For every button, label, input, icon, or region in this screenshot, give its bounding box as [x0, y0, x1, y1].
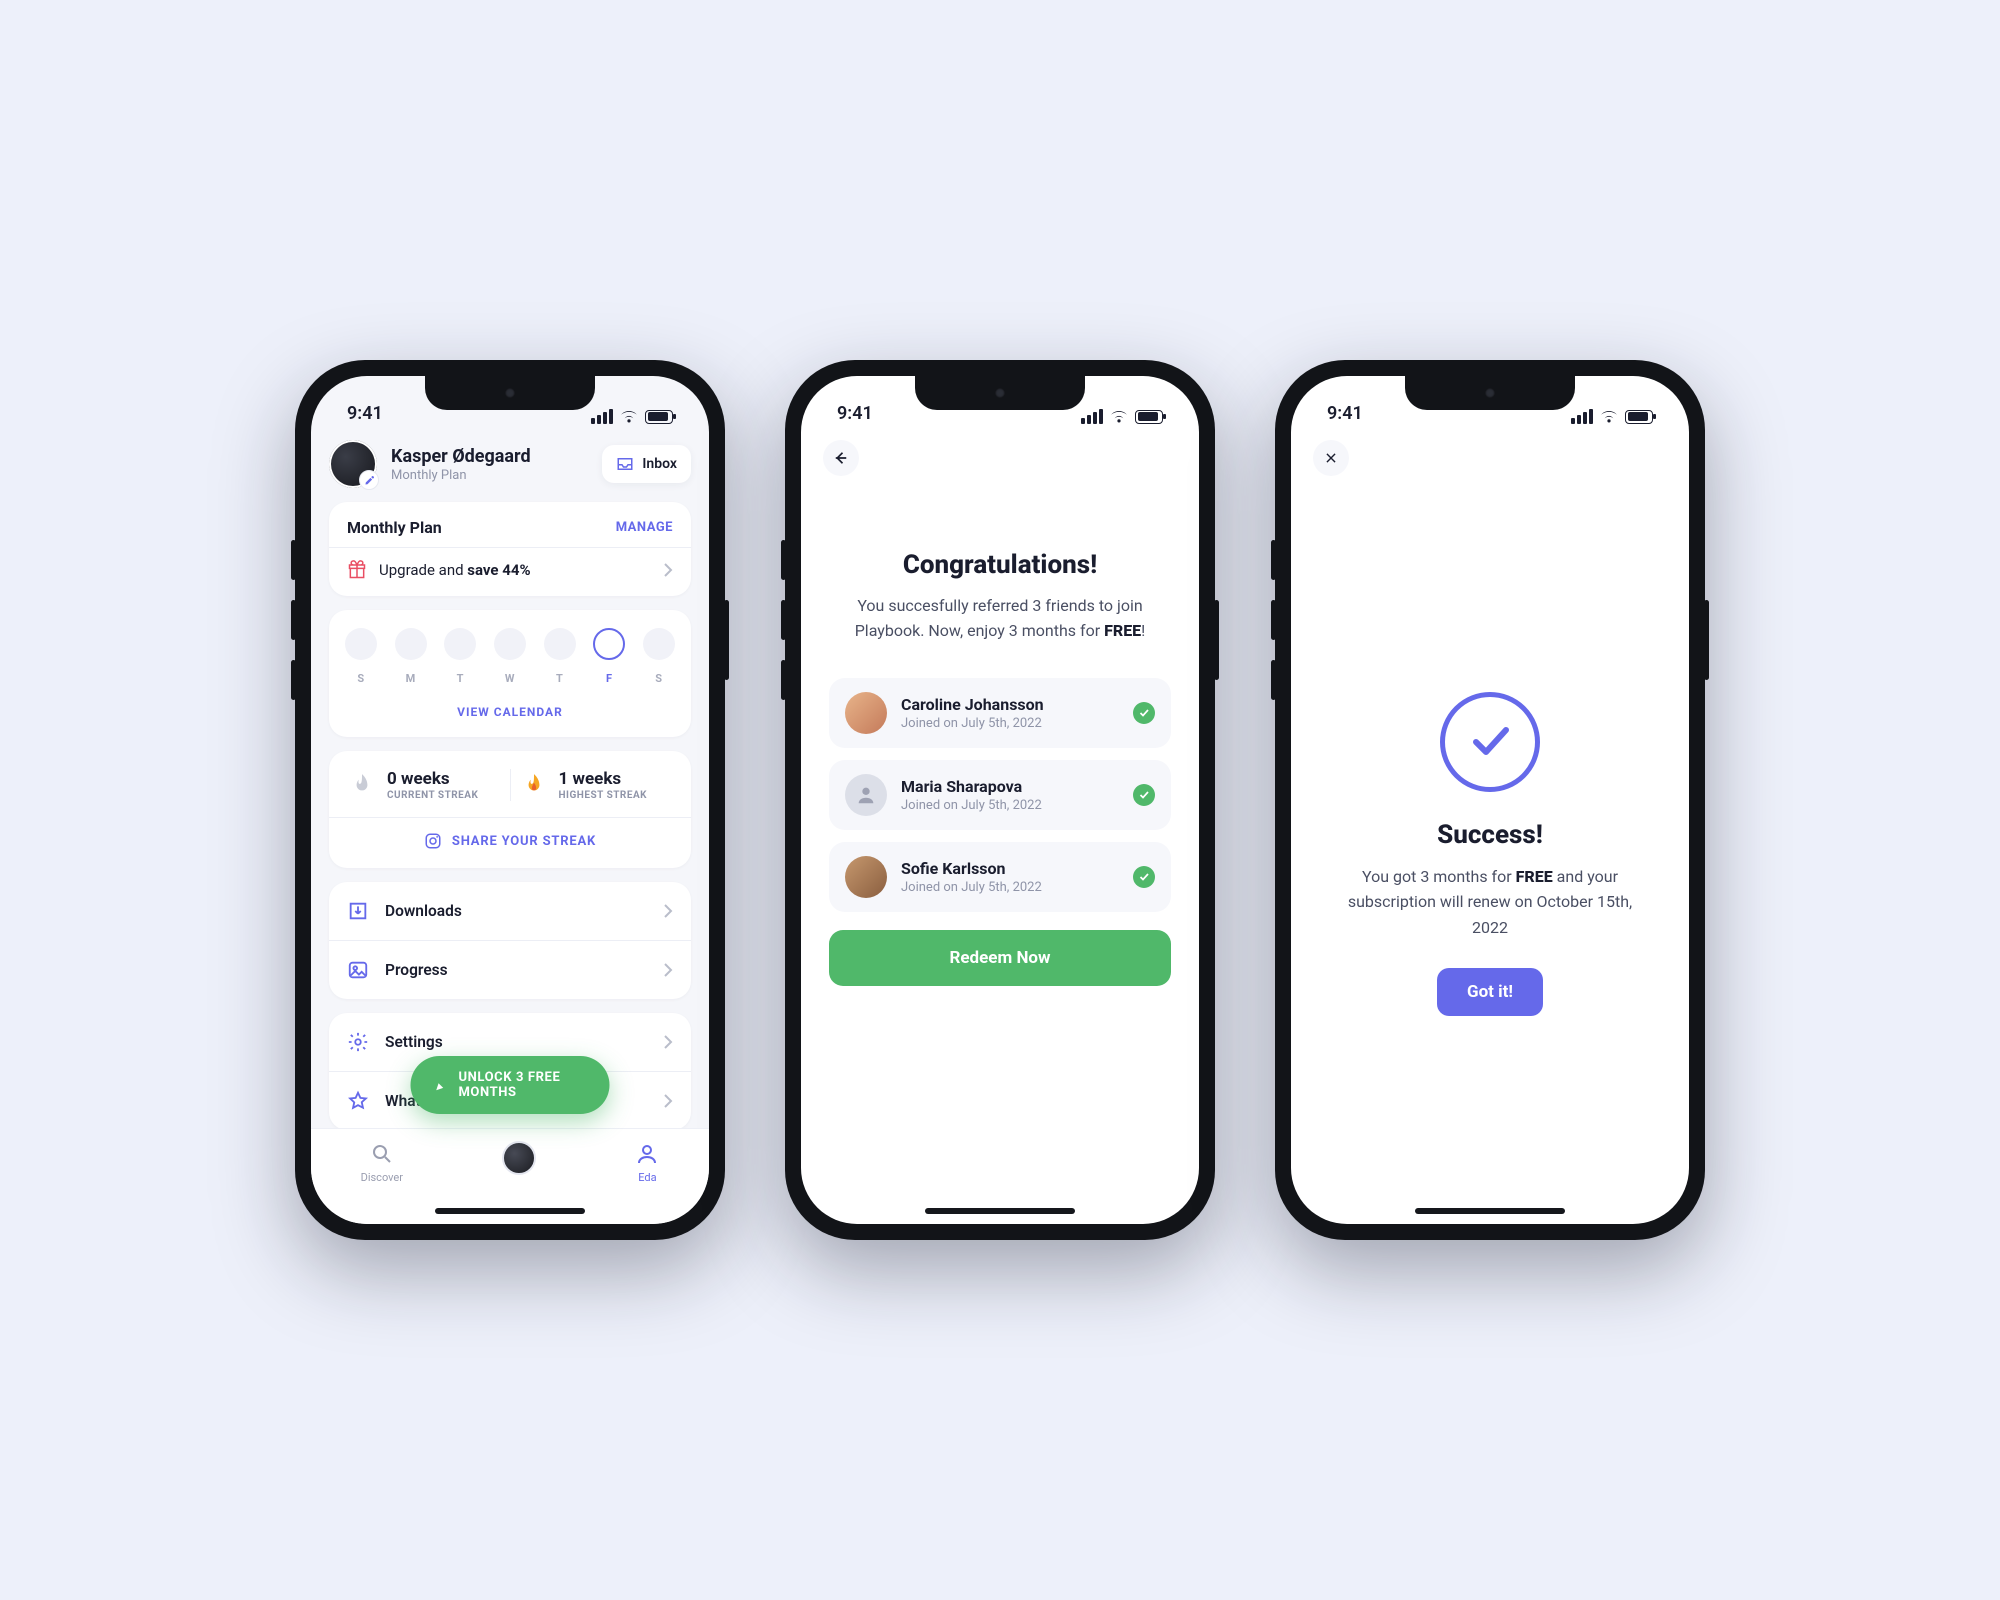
friend-row: Maria SharapovaJoined on July 5th, 2022: [829, 760, 1171, 830]
arrow-left-icon: [832, 449, 850, 467]
status-time: 9:41: [837, 403, 873, 424]
cellular-icon: [591, 409, 613, 424]
calendar-card: S M T W T F S VIEW CALENDAR: [329, 610, 691, 737]
redeem-button[interactable]: Redeem Now: [829, 930, 1171, 986]
chevron-right-icon: [663, 1093, 673, 1109]
gift-icon: [347, 560, 367, 580]
day-w[interactable]: W: [494, 628, 526, 685]
avatar: [502, 1141, 536, 1175]
manage-button[interactable]: MANAGE: [616, 520, 673, 535]
flame-icon: [349, 772, 375, 798]
friends-list: Caroline JohanssonJoined on July 5th, 20…: [829, 678, 1171, 912]
got-it-button[interactable]: Got it!: [1437, 968, 1543, 1016]
download-icon: [347, 900, 369, 922]
friend-row: Caroline JohanssonJoined on July 5th, 20…: [829, 678, 1171, 748]
view-calendar-button[interactable]: VIEW CALENDAR: [329, 691, 691, 737]
day-m[interactable]: M: [395, 628, 427, 685]
confetti-icon: [435, 1076, 449, 1094]
battery-icon: [1625, 410, 1653, 424]
wifi-icon: [619, 409, 639, 424]
search-icon: [370, 1142, 394, 1166]
day-s[interactable]: S: [345, 628, 377, 685]
success-check-icon: [1440, 692, 1540, 792]
day-f[interactable]: F: [593, 628, 625, 685]
wifi-icon: [1599, 409, 1619, 424]
streak-card: 0 weeksCURRENT STREAK 1 weeksHIGHEST STR…: [329, 751, 691, 868]
day-t2[interactable]: T: [544, 628, 576, 685]
menu-card-1: Downloads Progress: [329, 882, 691, 999]
progress-row[interactable]: Progress: [329, 940, 691, 999]
check-icon: [1133, 866, 1155, 888]
avatar: [845, 774, 887, 816]
chevron-right-icon: [663, 1034, 673, 1050]
flame-icon: [521, 772, 547, 798]
check-icon: [1133, 784, 1155, 806]
edit-avatar-icon[interactable]: [359, 470, 379, 490]
tab-eda[interactable]: Eda: [635, 1141, 659, 1184]
close-button[interactable]: [1313, 440, 1349, 476]
image-icon: [347, 959, 369, 981]
cellular-icon: [1571, 409, 1593, 424]
day-s2[interactable]: S: [643, 628, 675, 685]
week-row: S M T W T F S: [329, 610, 691, 691]
success-title: Success!: [1437, 820, 1543, 850]
gear-icon: [347, 1031, 369, 1053]
close-icon: [1324, 451, 1338, 465]
upgrade-row[interactable]: Upgrade and save 44%: [329, 547, 691, 596]
share-streak-button[interactable]: SHARE YOUR STREAK: [329, 817, 691, 868]
wifi-icon: [1109, 409, 1129, 424]
chevron-right-icon: [663, 962, 673, 978]
upgrade-text: Upgrade and save 44%: [379, 561, 531, 579]
inbox-button[interactable]: Inbox: [602, 445, 691, 483]
success-body: You got 3 months for FREE and your subsc…: [1331, 864, 1649, 941]
avatar: [845, 692, 887, 734]
chevron-right-icon: [663, 903, 673, 919]
check-icon: [1133, 702, 1155, 724]
congrats-body: You succesfully referred 3 friends to jo…: [829, 594, 1171, 644]
profile-header: Kasper Ødegaard Monthly Plan Inbox: [329, 440, 691, 488]
instagram-icon: [424, 832, 442, 850]
friend-row: Sofie KarlssonJoined on July 5th, 2022: [829, 842, 1171, 912]
chevron-right-icon: [663, 562, 673, 578]
highest-streak: 1 weeksHIGHEST STREAK: [511, 769, 682, 801]
congrats-title: Congratulations!: [829, 550, 1171, 580]
unlock-button[interactable]: UNLOCK 3 FREE MONTHS: [411, 1056, 610, 1114]
cellular-icon: [1081, 409, 1103, 424]
day-t[interactable]: T: [444, 628, 476, 685]
avatar[interactable]: [329, 440, 377, 488]
profile-plan: Monthly Plan: [391, 468, 531, 483]
profile-name: Kasper Ødegaard: [391, 446, 531, 467]
tab-discover[interactable]: Discover: [361, 1141, 403, 1184]
status-time: 9:41: [1327, 403, 1363, 424]
tab-center[interactable]: [502, 1141, 536, 1175]
status-time: 9:41: [347, 403, 383, 424]
back-button[interactable]: [823, 440, 859, 476]
star-icon: [347, 1090, 369, 1112]
plan-card: Monthly Plan MANAGE Upgrade and save 44%: [329, 502, 691, 596]
current-streak: 0 weeksCURRENT STREAK: [339, 769, 511, 801]
plan-title: Monthly Plan: [347, 518, 442, 537]
person-icon: [635, 1142, 659, 1166]
avatar: [845, 856, 887, 898]
downloads-row[interactable]: Downloads: [329, 882, 691, 940]
battery-icon: [645, 410, 673, 424]
battery-icon: [1135, 410, 1163, 424]
inbox-icon: [616, 455, 634, 473]
